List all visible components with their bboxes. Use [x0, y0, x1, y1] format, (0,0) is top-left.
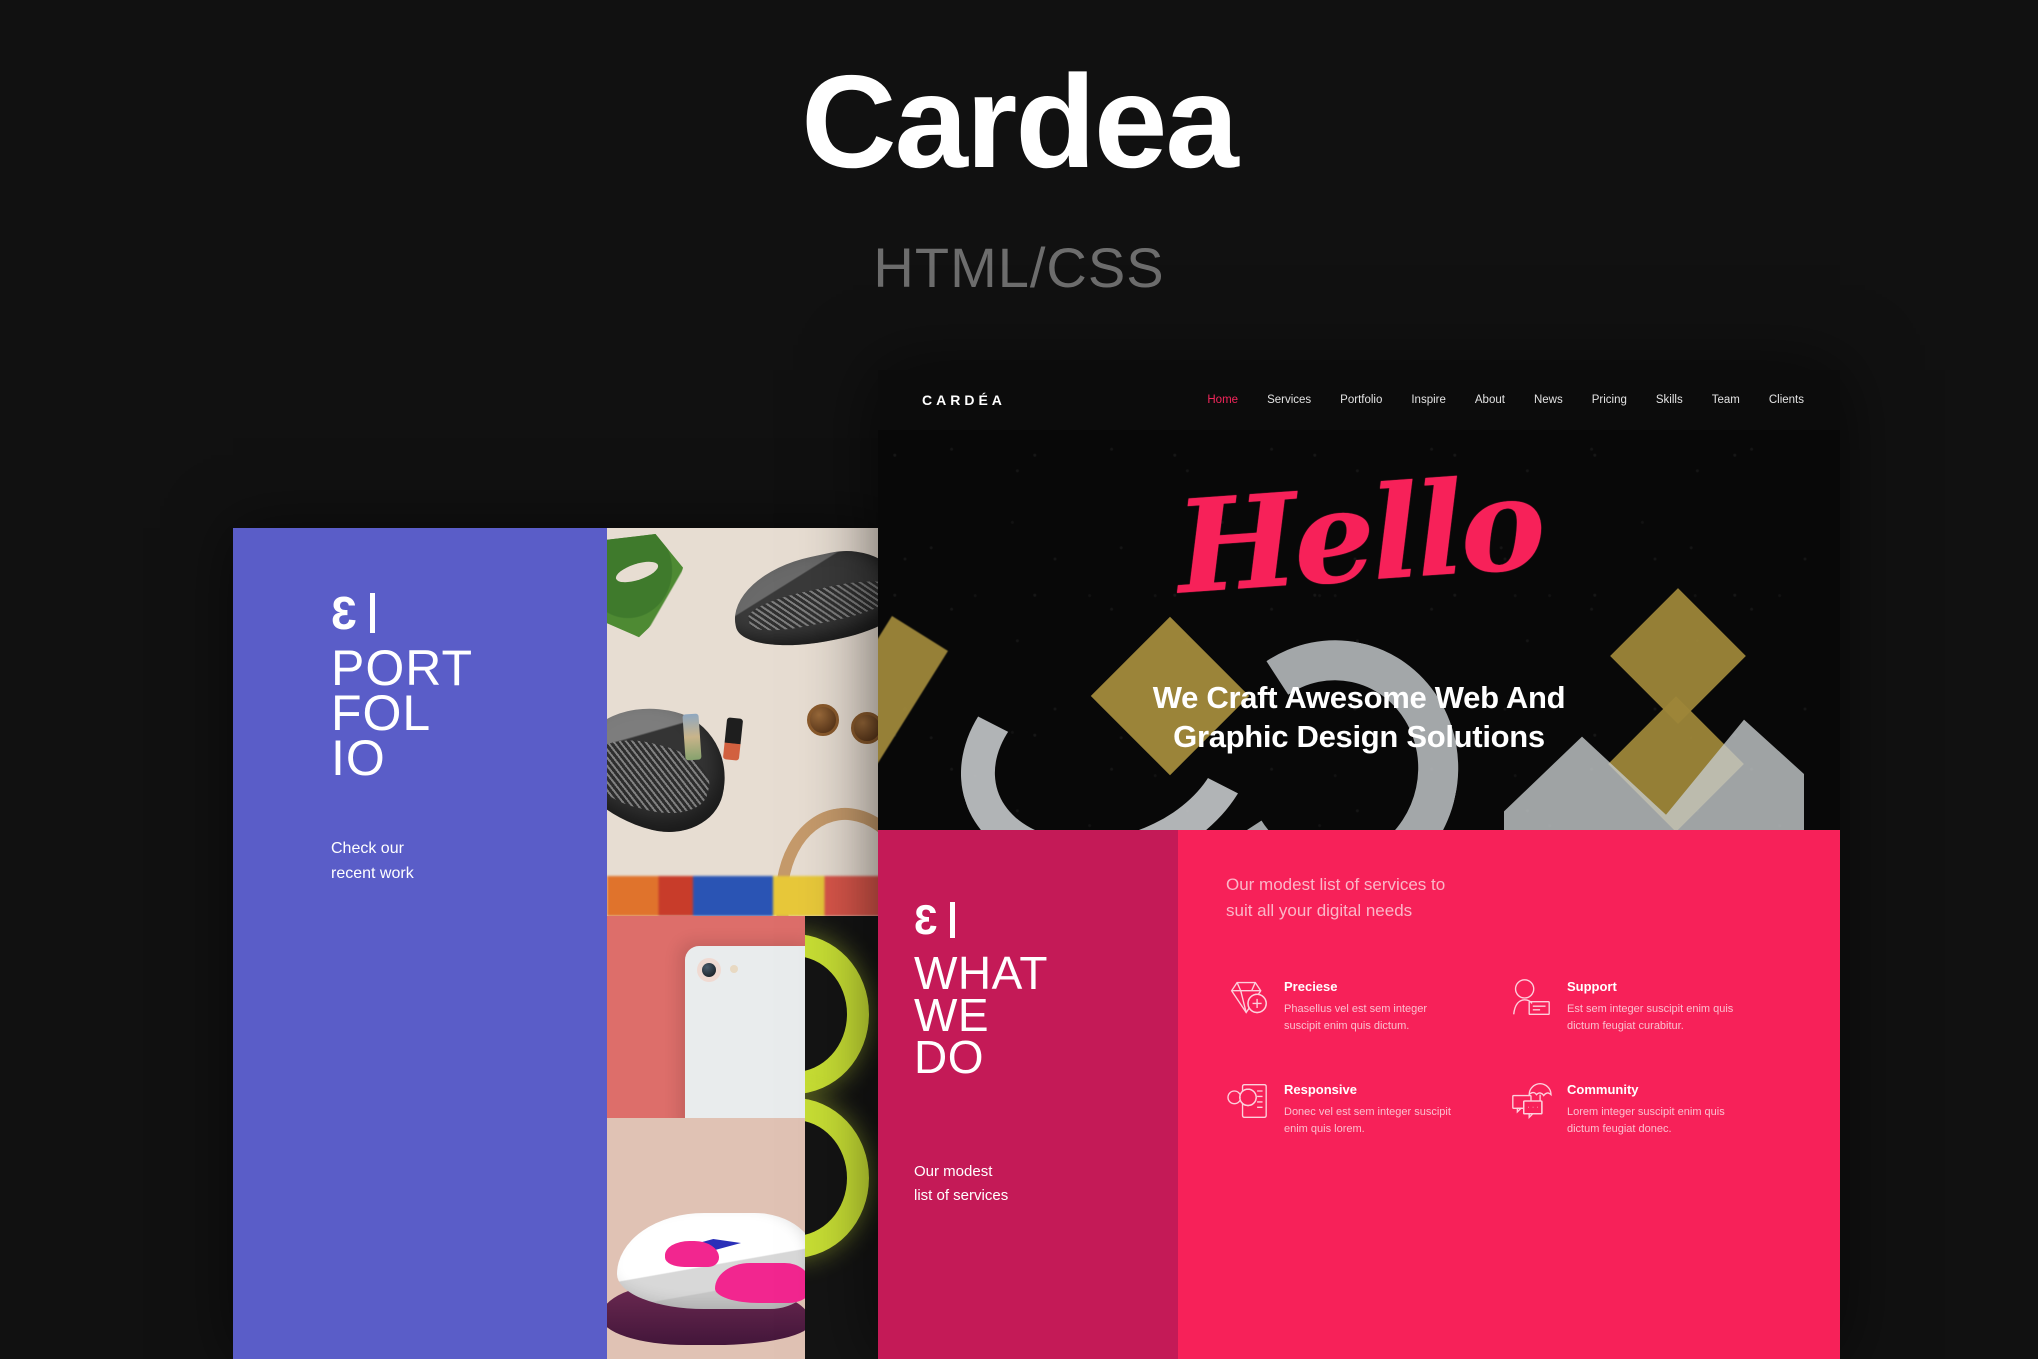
service-description: Donec vel est sem integer suscipit enim … — [1284, 1106, 1451, 1135]
hero-headline: We Craft Awesome Web And Graphic Design … — [878, 678, 1840, 756]
portfolio-subtitle: Check our recent work — [331, 836, 414, 886]
portfolio-logo-mark-icon: 3 — [331, 587, 377, 639]
portfolio-logo-bar — [370, 593, 375, 633]
what-we-do-panel: 3 WHAT WE DO Our modest list of services — [878, 830, 1178, 1359]
nav-item-skills[interactable]: Skills — [1656, 394, 1683, 406]
sneaker-shape-left — [607, 691, 740, 845]
what-we-do-subtitle-line-2: list of services — [914, 1187, 1009, 1204]
hero-headline-line-1: We Craft Awesome Web And — [1152, 680, 1566, 715]
phone-camera-icon — [697, 958, 721, 982]
portfolio-panel: 3 PORT FOL IO Check our recent work — [233, 528, 607, 1359]
what-we-do-title: WHAT WE DO — [914, 947, 1049, 1083]
what-we-do-logo-glyph: 3 — [914, 896, 938, 943]
what-we-do-logo-bar — [950, 902, 955, 938]
what-we-do-subtitle: Our modest list of services — [914, 1160, 1008, 1208]
service-name: Support — [1567, 979, 1617, 994]
services-grid: Preciese Phasellus vel est sem integer s… — [1226, 978, 1782, 1138]
fabric-shape — [607, 876, 893, 916]
service-name: Preciese — [1284, 979, 1338, 994]
cosmetic-tube-shape — [682, 713, 702, 761]
diamond-plus-icon — [1226, 978, 1270, 1035]
site-navbar: CARDÉA Home Services Portfolio Inspire A… — [878, 370, 1840, 430]
sunglasses-shape — [807, 698, 883, 744]
nav-item-team[interactable]: Team — [1712, 394, 1740, 406]
service-name: Responsive — [1284, 1082, 1357, 1097]
nav-item-pricing[interactable]: Pricing — [1592, 394, 1627, 406]
portfolio-title-line-3: IO — [331, 730, 386, 786]
portfolio-logo-glyph: 3 — [331, 587, 357, 639]
sneaker-heel-shape — [665, 1241, 719, 1267]
cardea-site-mockup: CARDÉA Home Services Portfolio Inspire A… — [878, 370, 1840, 1359]
hero-headline-line-2: Graphic Design Solutions — [1173, 719, 1545, 754]
glasses-document-icon — [1226, 1081, 1270, 1138]
service-description: Lorem integer suscipit enim quis dictum … — [1567, 1106, 1725, 1135]
nav-item-clients[interactable]: Clients — [1769, 394, 1804, 406]
what-we-do-title-line-1: WHAT — [914, 947, 1049, 999]
leaf-shape — [607, 534, 683, 638]
service-name: Community — [1567, 1082, 1639, 1097]
services-panel: Our modest list of services to suit all … — [1178, 830, 1840, 1359]
site-logo[interactable]: CARDÉA — [922, 392, 1006, 408]
what-we-do-subtitle-line-1: Our modest — [914, 1163, 993, 1180]
service-item-community[interactable]: Community Lorem integer suscipit enim qu… — [1509, 1081, 1782, 1138]
neon-ring-bottom — [805, 1098, 869, 1258]
what-we-do-title-line-2: WE — [914, 989, 990, 1041]
portfolio-photo-flatlay[interactable] — [607, 528, 893, 916]
service-item-preciese[interactable]: Preciese Phasellus vel est sem integer s… — [1226, 978, 1499, 1035]
portfolio-title: PORT FOL IO — [331, 643, 473, 786]
portfolio-subtitle-line-1: Check our — [331, 840, 404, 857]
sneaker-shape-top — [724, 538, 893, 660]
nav-item-services[interactable]: Services — [1267, 394, 1311, 406]
service-description: Phasellus vel est sem integer suscipit e… — [1284, 1003, 1428, 1032]
chat-umbrella-icon — [1509, 1081, 1553, 1138]
nav-item-about[interactable]: About — [1475, 394, 1505, 406]
nav-item-portfolio[interactable]: Portfolio — [1340, 394, 1382, 406]
phone-flash-icon — [730, 965, 738, 973]
portfolio-mockup: 3 PORT FOL IO Check our recent work — [233, 528, 893, 1359]
hero-section: Hello We Craft Awesome Web And Graphic D… — [878, 430, 1840, 830]
what-we-do-section: 3 WHAT WE DO Our modest list of services… — [878, 830, 1840, 1359]
nav-item-news[interactable]: News — [1534, 394, 1563, 406]
nav-item-inspire[interactable]: Inspire — [1411, 394, 1446, 406]
services-intro: Our modest list of services to suit all … — [1226, 872, 1840, 924]
portfolio-subtitle-line-2: recent work — [331, 865, 414, 882]
user-card-icon — [1509, 978, 1553, 1035]
phone-shape — [685, 946, 813, 1118]
service-item-responsive[interactable]: Responsive Donec vel est sem integer sus… — [1226, 1081, 1499, 1138]
services-intro-line-1: Our modest list of services to — [1226, 875, 1446, 894]
nav-item-home[interactable]: Home — [1207, 394, 1238, 406]
what-we-do-title-line-3: DO — [914, 1031, 984, 1083]
service-item-support[interactable]: Support Est sem integer suscipit enim qu… — [1509, 978, 1782, 1035]
nav-links: Home Services Portfolio Inspire About Ne… — [1207, 394, 1804, 406]
what-we-do-logo-mark-icon: 3 — [914, 896, 956, 943]
neon-ring-top — [805, 934, 869, 1094]
service-description: Est sem integer suscipit enim quis dictu… — [1567, 1003, 1734, 1032]
page-subtitle: HTML/CSS — [873, 236, 1165, 299]
brand-block: Cardea HTML/CSS — [0, 0, 2038, 370]
lipstick-shape — [722, 717, 744, 761]
services-intro-line-2: suit all your digital needs — [1226, 901, 1413, 920]
page-title: Cardea — [801, 48, 1239, 195]
